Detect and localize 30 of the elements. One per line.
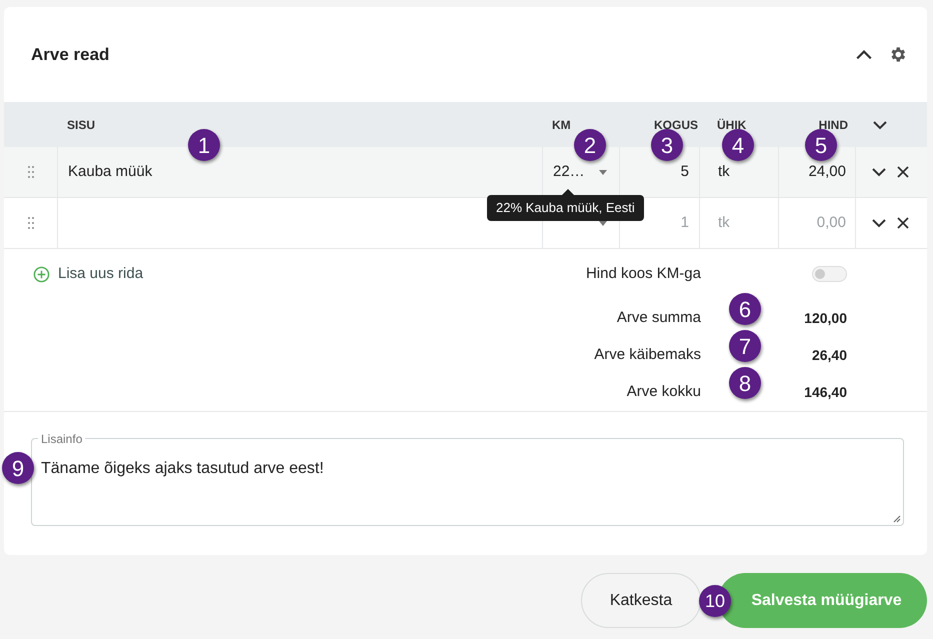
quantity-value: 5 <box>680 162 689 182</box>
close-icon <box>897 166 909 178</box>
tooltip: 22% Kauba müük, Eesti <box>487 195 644 221</box>
column-header: HIND <box>818 118 848 132</box>
drag-handle-icon[interactable] <box>26 165 34 179</box>
delete-row-button[interactable] <box>897 217 909 229</box>
column-header: ÜHIK <box>717 118 746 132</box>
column-header: KM <box>552 118 571 132</box>
plus-circle-icon <box>33 266 50 283</box>
quantity-value: 1 <box>680 212 689 233</box>
toggle-label: Hind koos KM-ga <box>586 264 701 282</box>
close-icon <box>897 217 909 229</box>
drag-handle-icon[interactable] <box>26 216 34 230</box>
column-header: SISU <box>67 118 96 132</box>
toggle-switch[interactable] <box>812 266 847 282</box>
caret-down-icon <box>599 170 607 174</box>
total-value: 120,00 <box>804 310 847 326</box>
tooltip-arrow <box>562 189 574 195</box>
resize-handle-icon[interactable] <box>893 515 901 523</box>
delete-row-button[interactable] <box>897 166 909 178</box>
total-label: Arve summa <box>616 309 701 326</box>
cancel-button[interactable]: Katkesta <box>581 573 701 628</box>
add-row-button[interactable]: Lisa uus rida <box>33 263 144 286</box>
callout-marker: 10 <box>699 585 731 617</box>
column-header: KOGUS <box>654 118 698 132</box>
total-label: Arve kokku <box>626 383 701 400</box>
section-title: Arve read <box>31 44 110 66</box>
total-value: 26,40 <box>812 347 847 363</box>
total-label: Arve käibemaks <box>594 346 701 364</box>
total-value: 146,40 <box>804 384 847 400</box>
